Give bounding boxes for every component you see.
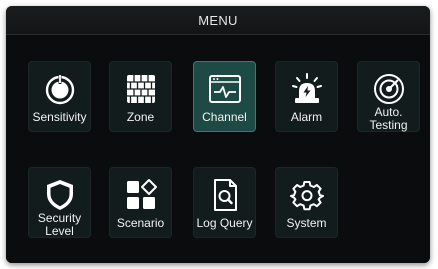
channel-waveform-icon	[208, 72, 242, 106]
menu-item-label: Channel	[202, 110, 247, 124]
menu-item-label: Auto. Testing	[369, 105, 408, 132]
menu-grid: Sensitivity Zone Channel Alarm Auto. Tes…	[6, 35, 430, 263]
menu-item-label: Scenario	[116, 216, 165, 230]
scenario-blocks-icon	[124, 178, 158, 212]
menu-item-sensitivity[interactable]: Sensitivity	[28, 61, 91, 132]
menu-item-security-level[interactable]: Security Level	[28, 167, 91, 238]
menu-item-label: Log Query	[196, 216, 253, 230]
menu-item-label: System	[286, 216, 327, 230]
menu-item-zone[interactable]: Zone	[109, 61, 172, 132]
title-bar: MENU	[6, 6, 430, 35]
menu-item-label: Security Level	[37, 211, 82, 238]
menu-item-channel[interactable]: Channel	[193, 61, 256, 132]
menu-item-label: Sensitivity	[32, 110, 87, 124]
zone-wall-icon	[124, 72, 158, 106]
menu-item-alarm[interactable]: Alarm	[275, 61, 338, 132]
menu-title: MENU	[198, 13, 238, 28]
alarm-siren-icon	[290, 72, 324, 106]
menu-window: MENU Sensitivity Zone Channel Alarm Auto…	[6, 6, 430, 263]
menu-item-log-query[interactable]: Log Query	[193, 167, 256, 238]
menu-item-system[interactable]: System	[275, 167, 338, 238]
gear-icon	[289, 178, 324, 212]
document-search-icon	[208, 178, 242, 212]
menu-item-scenario[interactable]: Scenario	[109, 167, 172, 238]
menu-item-label: Zone	[126, 110, 155, 124]
shield-icon	[43, 178, 77, 212]
radar-icon	[372, 72, 406, 106]
power-knob-icon	[43, 72, 77, 106]
menu-item-label: Alarm	[290, 110, 323, 124]
menu-item-auto-testing[interactable]: Auto. Testing	[357, 61, 420, 132]
